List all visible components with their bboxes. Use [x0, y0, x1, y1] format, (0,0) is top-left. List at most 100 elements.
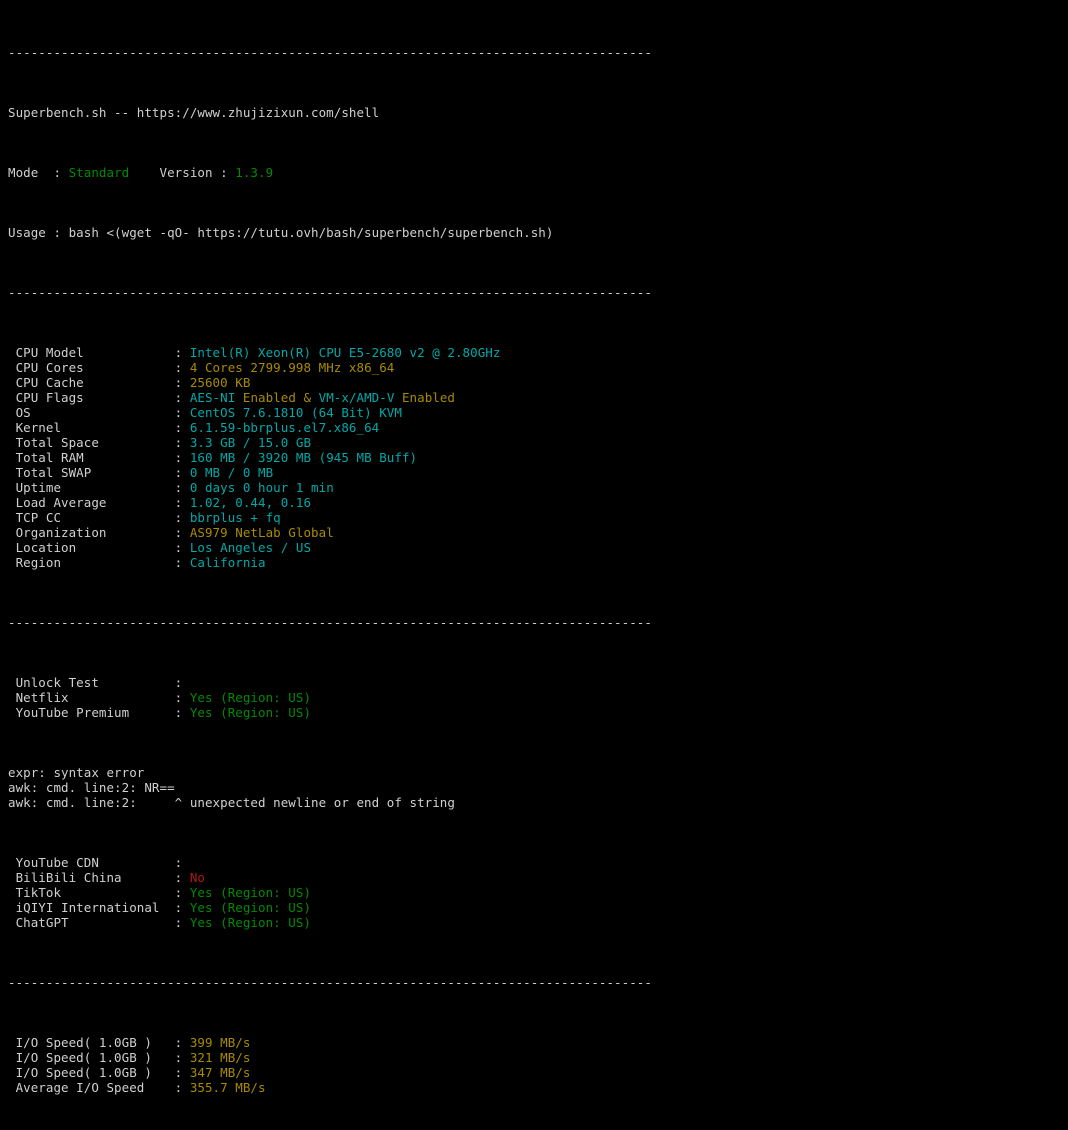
sysinfo-row: Total RAM : 160 MB / 3920 MB (945 MB Buf… [0, 450, 1068, 465]
sysinfo-row: CPU Model : Intel(R) Xeon(R) CPU E5-2680… [0, 345, 1068, 360]
sysinfo-value-segment: AES-NI [189, 390, 236, 405]
sysinfo-value: 160 MB / 3920 MB (945 MB Buff) [189, 450, 418, 465]
io-speed-block: I/O Speed( 1.0GB ) : 399 MB/s I/O Speed(… [0, 1035, 1068, 1095]
unlock-row: Unlock Test : [0, 675, 1068, 690]
separator-line-4: ----------------------------------------… [8, 975, 652, 990]
sysinfo-label: Load Average : [8, 495, 190, 510]
sysinfo-label: CPU Cache : [8, 375, 190, 390]
sysinfo-value: Intel(R) Xeon(R) CPU E5-2680 v2 @ 2.80GH… [189, 345, 501, 360]
sysinfo-label: Location : [8, 540, 190, 555]
sysinfo-value: 25600 KB [189, 375, 251, 390]
unlock-label: iQIYI International : [8, 900, 190, 915]
sysinfo-label: Total SWAP : [8, 465, 190, 480]
error-line: awk: cmd. line:2: NR== [0, 780, 1068, 795]
unlock-value: Yes (Region: US) [189, 705, 312, 720]
sysinfo-value: 0 days 0 hour 1 min [189, 480, 334, 495]
unlock-label: Netflix : [8, 690, 190, 705]
sysinfo-row: OS : CentOS 7.6.1810 (64 Bit) KVM [0, 405, 1068, 420]
unlock-value: Yes (Region: US) [189, 690, 312, 705]
error-output-block: expr: syntax error awk: cmd. line:2: NR==… [0, 765, 1068, 810]
mode-value: Standard [68, 165, 130, 180]
sysinfo-value: AS979 NetLab Global [189, 525, 334, 540]
unlock-row: YouTube Premium : Yes (Region: US) [0, 705, 1068, 720]
unlock-label: YouTube CDN : [8, 855, 190, 870]
iospeed-value: 321 MB/s [189, 1050, 251, 1065]
iospeed-label: Average I/O Speed : [8, 1080, 190, 1095]
terminal-window: ----------------------------------------… [0, 0, 1068, 1095]
sysinfo-label: Total Space : [8, 435, 190, 450]
unlock-value: No [189, 870, 205, 885]
separator-line-top: ----------------------------------------… [8, 45, 652, 60]
sysinfo-value: 0 MB / 0 MB [189, 465, 274, 480]
error-text: awk: cmd. line:2: ^ unexpected newline o… [8, 795, 455, 810]
error-text: expr: syntax error [8, 765, 145, 780]
sysinfo-row: Total SWAP : 0 MB / 0 MB [0, 465, 1068, 480]
error-line: awk: cmd. line:2: ^ unexpected newline o… [0, 795, 1068, 810]
sysinfo-row: CPU Cores : 4 Cores 2799.998 MHz x86_64 [0, 360, 1068, 375]
sysinfo-row: Location : Los Angeles / US [0, 540, 1068, 555]
sysinfo-value: 6.1.59-bbrplus.el7.x86_64 [189, 420, 380, 435]
unlock-label: Unlock Test : [8, 675, 190, 690]
sysinfo-row: CPU Cache : 25600 KB [0, 375, 1068, 390]
error-line: expr: syntax error [0, 765, 1068, 780]
sysinfo-label: OS : [8, 405, 190, 420]
unlock-label: YouTube Premium : [8, 705, 190, 720]
header-title-text: Superbench.sh -- https://www.zhujizixun.… [8, 105, 380, 120]
iospeed-value: 355.7 MB/s [189, 1080, 266, 1095]
sysinfo-row: Organization : AS979 NetLab Global [0, 525, 1068, 540]
unlock-row: TikTok : Yes (Region: US) [0, 885, 1068, 900]
sysinfo-value: 4 Cores 2799.998 MHz x86_64 [189, 360, 395, 375]
unlock-value: Yes (Region: US) [189, 885, 312, 900]
unlock-row: Netflix : Yes (Region: US) [0, 690, 1068, 705]
iospeed-label: I/O Speed( 1.0GB ) : [8, 1035, 190, 1050]
header-mode-line: Mode : Standard Version : 1.3.9 [0, 165, 1068, 180]
unlock-row: iQIYI International : Yes (Region: US) [0, 900, 1068, 915]
sysinfo-label: TCP CC : [8, 510, 190, 525]
iospeed-label: I/O Speed( 1.0GB ) : [8, 1050, 190, 1065]
unlock-test-block-2: YouTube CDN : BiliBili China : No TikTok… [0, 855, 1068, 930]
iospeed-value: 347 MB/s [189, 1065, 251, 1080]
iospeed-row: Average I/O Speed : 355.7 MB/s [0, 1080, 1068, 1095]
sysinfo-row: Region : California [0, 555, 1068, 570]
sysinfo-value: Los Angeles / US [189, 540, 312, 555]
sysinfo-value: 3.3 GB / 15.0 GB [189, 435, 312, 450]
unlock-row: BiliBili China : No [0, 870, 1068, 885]
mode-label: Mode : [8, 165, 69, 180]
unlock-row: YouTube CDN : [0, 855, 1068, 870]
separator-line-3: ----------------------------------------… [8, 615, 652, 630]
iospeed-label: I/O Speed( 1.0GB ) : [8, 1065, 190, 1080]
unlock-value: Yes (Region: US) [189, 900, 312, 915]
sysinfo-row: TCP CC : bbrplus + fq [0, 510, 1068, 525]
sysinfo-label: Kernel : [8, 420, 190, 435]
header-usage-line: Usage : bash <(wget -qO- https://tutu.ov… [0, 225, 1068, 240]
error-text: awk: cmd. line:2: NR== [8, 780, 175, 795]
unlock-value: Yes (Region: US) [189, 915, 312, 930]
header-title-line: Superbench.sh -- https://www.zhujizixun.… [0, 105, 1068, 120]
unlock-test-block: Unlock Test : Netflix : Yes (Region: US)… [0, 675, 1068, 720]
iospeed-row: I/O Speed( 1.0GB ) : 399 MB/s [0, 1035, 1068, 1050]
unlock-row: ChatGPT : Yes (Region: US) [0, 915, 1068, 930]
sysinfo-row: CPU Flags : AES-NI Enabled & VM-x/AMD-V … [0, 390, 1068, 405]
iospeed-row: I/O Speed( 1.0GB ) : 347 MB/s [0, 1065, 1068, 1080]
unlock-label: BiliBili China : [8, 870, 190, 885]
sysinfo-label: Region : [8, 555, 190, 570]
sysinfo-label: Organization : [8, 525, 190, 540]
sysinfo-value-segment: Enabled [394, 390, 456, 405]
separator-line-2: ----------------------------------------… [8, 285, 652, 300]
sysinfo-value: 1.02, 0.44, 0.16 [189, 495, 312, 510]
sysinfo-row: Total Space : 3.3 GB / 15.0 GB [0, 435, 1068, 450]
sysinfo-row: Load Average : 1.02, 0.44, 0.16 [0, 495, 1068, 510]
usage-text: Usage : bash <(wget -qO- https://tutu.ov… [8, 225, 554, 240]
sysinfo-label: CPU Model : [8, 345, 190, 360]
unlock-label: ChatGPT : [8, 915, 190, 930]
iospeed-value: 399 MB/s [189, 1035, 251, 1050]
sysinfo-label: CPU Cores : [8, 360, 190, 375]
sysinfo-value-segment: VM-x/AMD-V [318, 390, 395, 405]
sysinfo-row: Uptime : 0 days 0 hour 1 min [0, 480, 1068, 495]
sysinfo-row: Kernel : 6.1.59-bbrplus.el7.x86_64 [0, 420, 1068, 435]
unlock-label: TikTok : [8, 885, 190, 900]
sysinfo-label: CPU Flags : [8, 390, 190, 405]
sysinfo-value: CentOS 7.6.1810 (64 Bit) KVM [189, 405, 402, 420]
version-label: Version : [129, 165, 236, 180]
sysinfo-label: Total RAM : [8, 450, 190, 465]
